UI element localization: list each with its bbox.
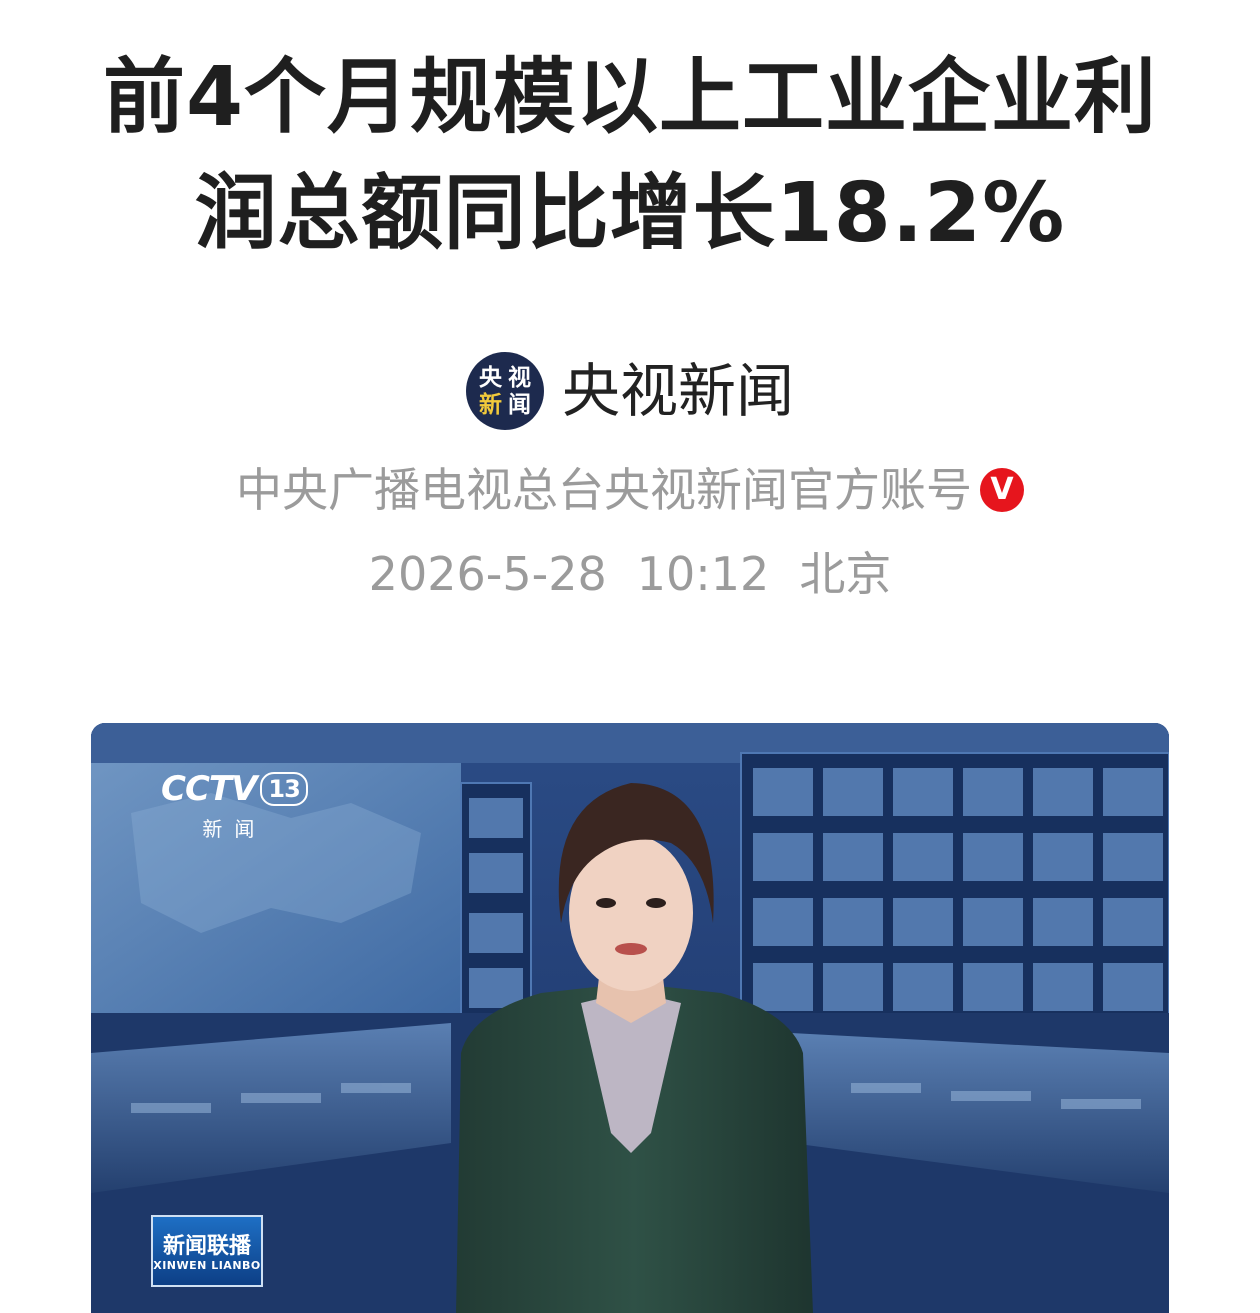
publish-meta: 2026-5-28 10:12 北京 bbox=[0, 544, 1260, 604]
source-description-row: 中央广播电视总台央视新闻官方账号 V bbox=[0, 462, 1260, 518]
channel-number: 13 bbox=[260, 772, 308, 806]
source-name[interactable]: 央视新闻 bbox=[562, 352, 794, 430]
publish-date: 2026-5-28 bbox=[368, 547, 607, 601]
article-title: 前4个月规模以上工业企业利 润总额同比增长18.2% bbox=[60, 40, 1200, 272]
avatar-char-3: 新 bbox=[478, 391, 502, 418]
avatar-char-2: 视 bbox=[507, 364, 531, 391]
source-avatar[interactable]: 央 视 新 闻 bbox=[465, 352, 544, 430]
publish-location: 北京 bbox=[799, 547, 892, 601]
show-logo: 新闻联播 XINWEN LIANBO bbox=[151, 1215, 263, 1287]
cctv-brand: CCTV 13 bbox=[161, 769, 308, 809]
channel-logo: CCTV 13 新闻 bbox=[161, 769, 308, 842]
video-player[interactable]: CCTV 13 新闻 新闻联播 XINWEN LIANBO bbox=[91, 723, 1169, 1313]
cctv-text: CCTV bbox=[161, 769, 257, 809]
show-logo-en: XINWEN LIANBO bbox=[153, 1259, 261, 1272]
channel-sub: 新闻 bbox=[202, 817, 267, 841]
article-title-line2: 润总额同比增长18.2% bbox=[194, 166, 1066, 261]
article-page: 前4个月规模以上工业企业利 润总额同比增长18.2% 央 视 新 闻 央视新闻 … bbox=[0, 0, 1260, 1313]
avatar-char-1: 央 bbox=[478, 364, 502, 391]
article-title-line1: 前4个月规模以上工业企业利 bbox=[102, 50, 1158, 145]
verified-badge-icon: V bbox=[980, 468, 1024, 512]
publish-time: 10:12 bbox=[636, 547, 770, 601]
show-logo-zh: 新闻联播 bbox=[162, 1234, 251, 1259]
source-description: 中央广播电视总台央视新闻官方账号 bbox=[236, 463, 972, 517]
avatar-char-4: 闻 bbox=[507, 391, 531, 418]
source-header[interactable]: 央 视 新 闻 央视新闻 bbox=[0, 352, 1260, 430]
